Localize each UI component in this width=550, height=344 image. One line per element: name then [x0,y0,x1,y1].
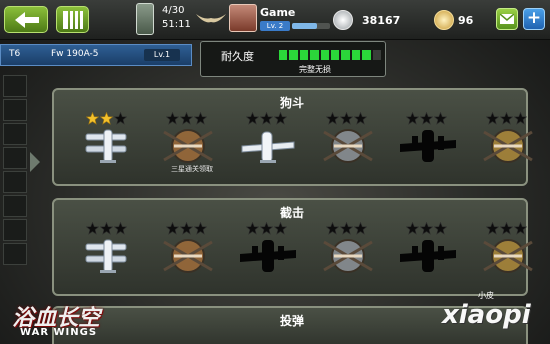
durability-label: 耐久度 [221,50,254,63]
mission-slot[interactable] [312,112,380,186]
site-watermark: 小皮 xiaopi [440,288,550,344]
rail-slot[interactable] [3,123,27,145]
top-bar: 4/30 51:11 Game Lv. 2 38167 96 + [0,0,550,40]
back-arrow-icon [15,12,39,28]
plus-icon: + [526,8,542,28]
durability-segment [320,50,330,60]
rail-slot[interactable] [3,171,27,193]
mission-slot[interactable] [392,112,460,186]
aircraft-tier: T6 [9,49,21,59]
bomber-silhouette-icon [400,240,456,272]
player-name: Game [260,6,296,19]
durability-segment [310,50,319,60]
locked-fighter-emblem-icon [323,129,373,163]
reward-note: 三星通关领取 [171,165,213,173]
panel-title: 狗斗 [279,96,304,110]
mission-slot[interactable] [472,112,540,186]
rail-slot[interactable] [3,147,27,169]
add-gold-button[interactable]: + [523,8,545,30]
durability-segment [351,50,361,60]
expand-arrow-icon[interactable] [30,152,40,172]
mission-slot[interactable]: 三星通关领取 [152,112,220,186]
aircraft-name: Fw 190A-5 [51,49,99,59]
fuel-timer: 51:11 [162,19,191,30]
fighter-silhouette-icon [240,240,296,272]
xp-bar-fill [292,23,317,29]
durability-segment [289,50,298,60]
gold-amount: 96 [458,14,474,27]
gold-coin-icon [434,10,454,30]
rank-bars-icon [63,11,83,29]
mission-panel-dogfight: 狗斗 三星通关领取 [52,88,533,186]
biplane-icon [85,239,127,273]
durability-segment [299,50,309,60]
mission-slot[interactable] [392,222,460,296]
bomber-silhouette-icon [400,130,456,162]
durability-segment [331,50,340,60]
durability-panel: 耐久度 完整无损 [200,41,386,77]
left-side-rail [0,75,30,275]
durability-status: 完整无损 [299,65,331,74]
rank-button[interactable] [56,6,89,33]
fuel-count: 4/30 [162,5,185,16]
mission-slot[interactable] [472,222,540,296]
mission-slot[interactable] [312,222,380,296]
aircraft-level: Lv.1 [144,49,180,61]
xp-bar [292,23,330,29]
silver-amount: 38167 [362,14,401,27]
durability-segment [279,50,288,60]
rail-slot[interactable] [3,99,27,121]
mission-slot[interactable] [72,112,140,186]
watermark-big: xiaopi [442,300,531,330]
player-level-badge: Lv. 2 [260,21,290,31]
durability-segment [362,50,371,60]
durability-bar [279,50,382,60]
rail-slot[interactable] [3,219,27,241]
monoplane-fighter-icon [241,131,295,163]
panel-title: 截击 [279,206,304,220]
game-logo: 浴血长空 WAR WINGS [2,300,172,344]
logo-en: WAR WINGS [20,327,98,338]
eagle-wings-icon [196,14,226,23]
fuel-icon [136,3,154,35]
locked-bomber-emblem-icon [483,129,533,163]
biplane-icon [85,129,127,163]
rail-slot[interactable] [3,75,27,97]
rail-slot[interactable] [3,195,27,217]
mission-slot[interactable] [72,222,140,296]
locked-bomber-emblem-icon [483,239,533,273]
mission-slot[interactable] [232,112,300,186]
locked-fighter-emblem-icon [323,239,373,273]
mission-slot[interactable] [232,222,300,296]
durability-segment [341,50,350,60]
mail-button[interactable] [496,8,518,30]
mission-slot[interactable] [152,222,220,296]
rail-slot[interactable] [3,243,27,265]
avatar[interactable] [229,4,257,32]
game-screen: 4/30 51:11 Game Lv. 2 38167 96 + T6 Fw 1… [0,0,550,344]
aircraft-info-bar[interactable]: T6 Fw 190A-5 Lv.1 [0,44,192,66]
locked-biplane-emblem-icon [163,129,213,163]
envelope-icon [500,14,514,24]
locked-biplane-emblem-icon [163,239,213,273]
durability-segment [372,50,382,60]
silver-coin-icon [333,10,353,30]
mission-panel-intercept: 截击 [52,198,533,296]
back-button[interactable] [4,6,48,33]
